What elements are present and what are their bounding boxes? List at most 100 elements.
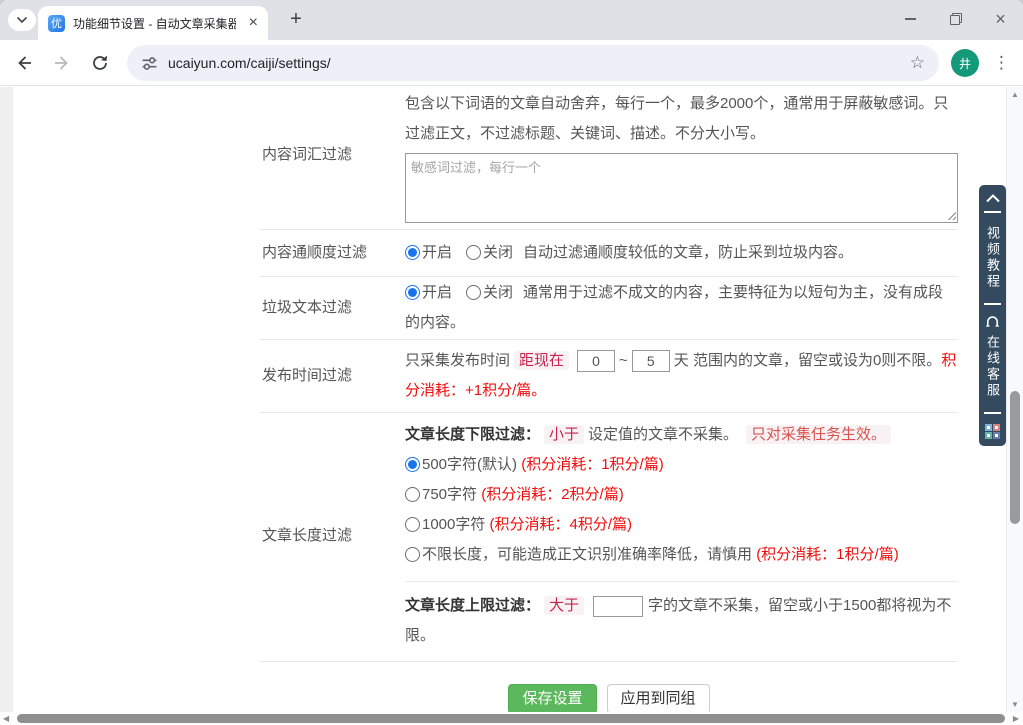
horizontal-scroll-thumb[interactable] — [17, 714, 1005, 723]
panel-divider — [984, 211, 1001, 213]
profile-avatar[interactable]: 井 — [951, 49, 979, 77]
row-fluency-filter: 内容通顺度过滤 开启 关闭自动过滤通顺度较低的文章，防止采到垃圾内容。 — [260, 230, 958, 277]
floating-side-panel: 视频教程 在线客服 — [979, 185, 1006, 446]
tab-search-button[interactable] — [8, 9, 36, 31]
fluency-description: 自动过滤通顺度较低的文章，防止采到垃圾内容。 — [523, 244, 853, 261]
browser-tab[interactable]: 优 功能细节设置 - 自动文章采集器 × — [38, 6, 268, 40]
online-service-link[interactable]: 在线客服 — [986, 335, 999, 399]
length-min-desc: 设定值的文章不采集。 — [588, 426, 738, 443]
length-500-radio[interactable] — [405, 457, 420, 472]
panel-divider — [984, 303, 1001, 305]
bookmark-star-icon[interactable]: ☆ — [910, 53, 925, 73]
vertical-scrollbar[interactable]: ▲ ▼ — [1006, 87, 1023, 712]
length-min-title: 文章长度下限过滤： — [405, 426, 540, 443]
fluency-on-radio[interactable] — [405, 245, 420, 260]
tune-icon[interactable] — [141, 55, 158, 72]
length-option-label[interactable]: 不限长度，可能造成正文识别准确率降低，请慎用 — [422, 546, 752, 563]
length-option: 500字符(默认) (积分消耗：1积分/篇) — [405, 450, 958, 480]
scroll-down-arrow[interactable]: ▼ — [1007, 700, 1023, 709]
field-label: 内容词汇过滤 — [260, 140, 405, 170]
tab-strip: 优 功能细节设置 - 自动文章采集器 × + × — [0, 0, 1023, 40]
browser-window: 优 功能细节设置 - 自动文章采集器 × + × ucaiyun.com/cai… — [0, 0, 1023, 725]
scroll-left-arrow[interactable]: ◀ — [3, 714, 9, 723]
browser-menu-icon[interactable]: ⋮ — [993, 53, 1010, 73]
length-min-chip: 小于 — [544, 425, 584, 444]
pubtime-separator: ~ — [619, 352, 628, 369]
row-content-vocab-filter: 内容词汇过滤 包含以下词语的文章自动舍弃，每行一个，最多2000个，通常用于屏蔽… — [260, 87, 958, 230]
window-controls: × — [888, 0, 1023, 38]
fluency-on-label[interactable]: 开启 — [422, 244, 452, 261]
back-to-top-icon[interactable] — [985, 194, 1001, 203]
field-label: 内容通顺度过滤 — [260, 238, 405, 268]
headset-icon[interactable] — [985, 313, 1000, 327]
row-pubtime-filter: 发布时间过滤 只采集发布时间距现在~天 范围内的文章，留空或设为0则不限。积分消… — [260, 340, 958, 413]
length-option: 不限长度，可能造成正文识别准确率降低，请慎用 (积分消耗：1积分/篇) — [405, 540, 958, 570]
horizontal-scrollbar[interactable]: ◀ ▶ — [0, 712, 1023, 725]
tab-title: 功能细节设置 - 自动文章采集器 — [73, 15, 236, 32]
address-bar[interactable]: ucaiyun.com/caiji/settings/ ☆ — [127, 45, 939, 81]
fluency-off-label[interactable]: 关闭 — [483, 244, 513, 261]
tab-close-icon[interactable]: × — [249, 15, 258, 31]
length-option-credit: (积分消耗：1积分/篇) — [756, 546, 899, 563]
spam-off-label[interactable]: 关闭 — [483, 284, 513, 301]
apply-to-group-button[interactable]: 应用到同组 — [607, 684, 710, 714]
minimize-icon — [905, 18, 916, 20]
length-option-label[interactable]: 750字符 — [422, 486, 477, 503]
restore-icon — [951, 14, 961, 24]
forward-button[interactable] — [52, 53, 72, 73]
pubtime-chip: 距现在 — [514, 351, 569, 370]
field-label: 垃圾文本过滤 — [260, 293, 405, 323]
window-restore-button[interactable] — [933, 0, 978, 38]
length-unlimited-radio[interactable] — [405, 547, 420, 562]
page-content: 内容词汇过滤 包含以下词语的文章自动舍弃，每行一个，最多2000个，通常用于屏蔽… — [0, 87, 1023, 725]
length-sub-divider — [405, 581, 958, 582]
length-max-line: 文章长度上限过滤：大于字的文章不采集，留空或小于1500都将视为不限。 — [405, 591, 958, 651]
row-length-filter: 文章长度过滤 文章长度下限过滤：小于设定值的文章不采集。只对采集任务生效。 50… — [260, 413, 958, 662]
save-settings-button[interactable]: 保存设置 — [508, 684, 596, 714]
vocab-filter-description: 包含以下词语的文章自动舍弃，每行一个，最多2000个，通常用于屏蔽敏感词。只过滤… — [405, 89, 958, 149]
length-max-input[interactable] — [593, 596, 643, 617]
site-favicon: 优 — [48, 15, 65, 32]
reload-button[interactable] — [90, 53, 110, 73]
page-gutter — [0, 87, 13, 712]
length-option-label[interactable]: 500字符(默认) — [422, 456, 517, 473]
scroll-up-arrow[interactable]: ▲ — [1007, 90, 1023, 99]
qr-code-icon[interactable] — [985, 424, 1000, 439]
window-close-button[interactable]: × — [978, 0, 1023, 38]
settings-form: 内容词汇过滤 包含以下词语的文章自动舍弃，每行一个，最多2000个，通常用于屏蔽… — [260, 87, 958, 714]
pubtime-prefix: 只采集发布时间 — [405, 352, 510, 369]
length-option-label[interactable]: 1000字符 — [422, 516, 485, 533]
vocab-filter-textarea[interactable] — [405, 153, 958, 223]
spam-on-radio[interactable] — [405, 285, 420, 300]
pubtime-to-input[interactable] — [632, 350, 670, 372]
length-option: 750字符 (积分消耗：2积分/篇) — [405, 480, 958, 510]
video-tutorial-link[interactable]: 视频教程 — [986, 226, 999, 290]
length-1000-radio[interactable] — [405, 517, 420, 532]
length-max-chip: 大于 — [544, 596, 584, 615]
spam-on-label[interactable]: 开启 — [422, 284, 452, 301]
length-option-credit: (积分消耗：2积分/篇) — [481, 486, 624, 503]
pubtime-suffix: 天 范围内的文章，留空或设为0则不限。 — [674, 352, 942, 369]
length-option: 1000字符 (积分消耗：4积分/篇) — [405, 510, 958, 540]
form-actions: 保存设置 应用到同组 — [260, 684, 958, 714]
panel-divider — [984, 412, 1001, 414]
chevron-down-icon — [16, 16, 28, 24]
scroll-right-arrow[interactable]: ▶ — [1013, 714, 1019, 723]
vertical-scroll-thumb[interactable] — [1010, 391, 1020, 524]
length-750-radio[interactable] — [405, 487, 420, 502]
back-button[interactable] — [14, 53, 34, 73]
browser-toolbar: ucaiyun.com/caiji/settings/ ☆ 井 ⋮ — [0, 40, 1023, 86]
length-min-heading: 文章长度下限过滤：小于设定值的文章不采集。只对采集任务生效。 — [405, 420, 958, 450]
length-scope-note: 只对采集任务生效。 — [746, 425, 891, 444]
field-label: 发布时间过滤 — [260, 361, 405, 391]
url-text[interactable]: ucaiyun.com/caiji/settings/ — [168, 55, 331, 71]
window-minimize-button[interactable] — [888, 0, 933, 38]
fluency-off-radio[interactable] — [466, 245, 481, 260]
length-option-credit: (积分消耗：1积分/篇) — [521, 456, 664, 473]
new-tab-button[interactable]: + — [283, 7, 309, 33]
spam-off-radio[interactable] — [466, 285, 481, 300]
row-spam-filter: 垃圾文本过滤 开启关闭通常用于过滤不成文的内容，主要特征为以短句为主，没有成段的… — [260, 277, 958, 340]
length-max-title: 文章长度上限过滤： — [405, 597, 540, 614]
pubtime-from-input[interactable] — [577, 350, 615, 372]
field-label: 文章长度过滤 — [260, 521, 405, 551]
